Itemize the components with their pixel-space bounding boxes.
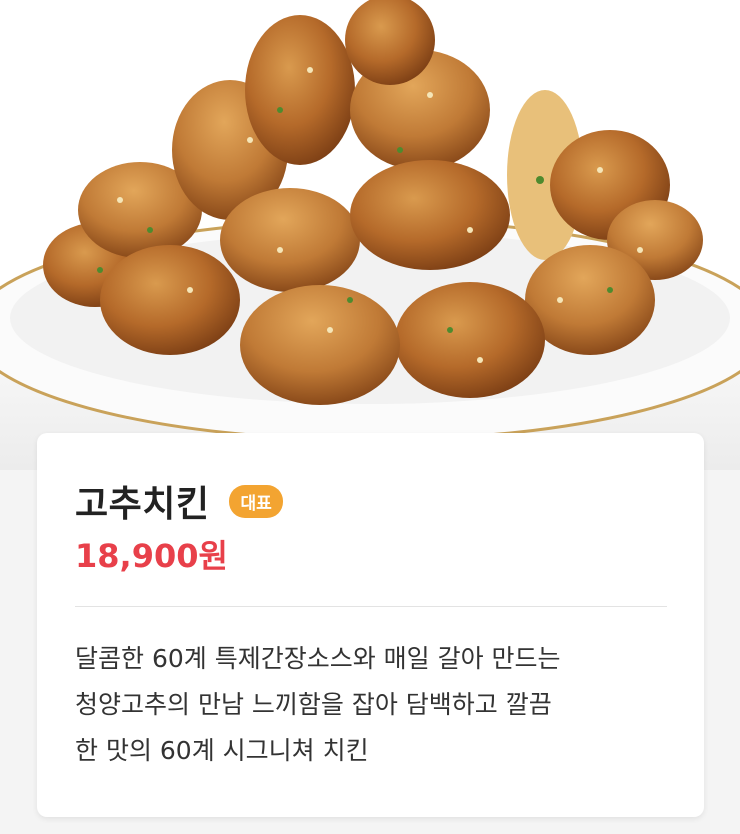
fried-chicken-photo: [0, 0, 740, 442]
description-line: 달콤한 60계 특제간장소스와 매일 갈아 만드는: [75, 644, 561, 673]
divider: [75, 606, 667, 607]
signature-badge: 대표: [229, 484, 283, 518]
description-line: 청양고추의 만남 느끼함을 잡아 담백하고 깔끔: [75, 690, 552, 719]
menu-description: 달콤한 60계 특제간장소스와 매일 갈아 만드는 청양고추의 만남 느끼함을 …: [75, 636, 675, 774]
menu-card: 고추치킨 대표 18,900원 달콤한 60계 특제간장소스와 매일 갈아 만드…: [37, 433, 704, 817]
hero-image: [0, 0, 740, 470]
menu-price: 18,900원: [75, 537, 228, 575]
title-row: 고추치킨 대표: [75, 475, 283, 527]
description-line: 한 맛의 60계 시그니쳐 치킨: [75, 736, 369, 765]
menu-title: 고추치킨: [75, 484, 210, 525]
